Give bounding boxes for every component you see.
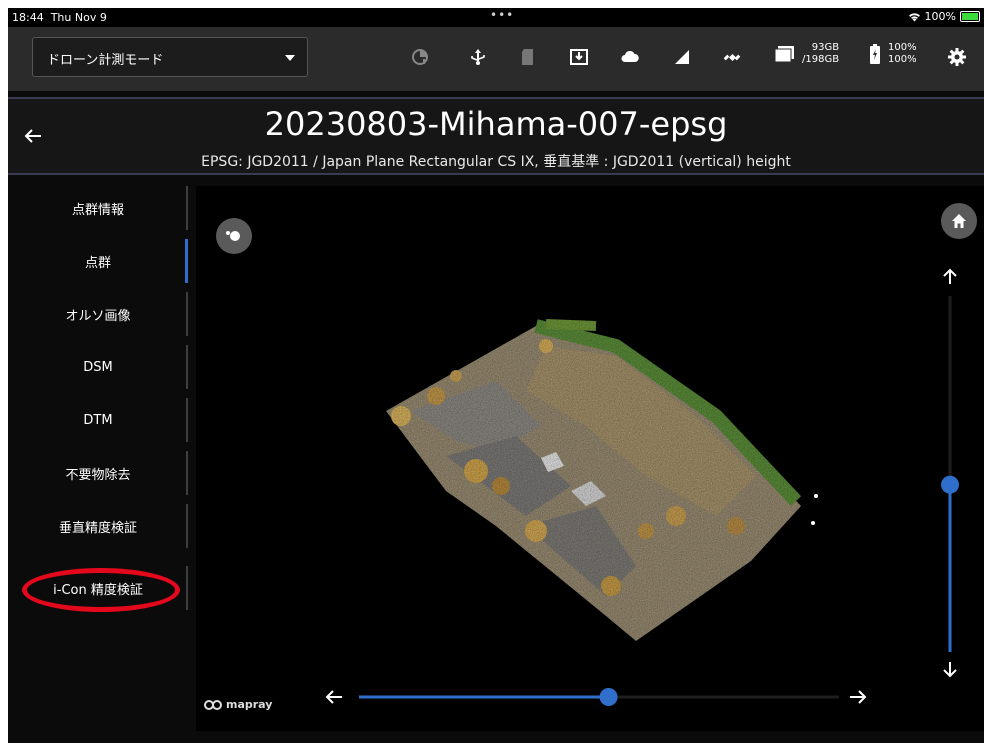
scatter-point bbox=[811, 521, 815, 525]
arrow-left-icon bbox=[325, 690, 342, 704]
sidebar-item-pointcloud-info[interactable]: 点群情報 bbox=[8, 186, 188, 230]
settings-icon[interactable] bbox=[945, 45, 969, 69]
sidebar-item-dsm[interactable]: DSM bbox=[8, 345, 188, 389]
sidebar-item-label: 点群情報 bbox=[71, 202, 124, 218]
sidebar-item-label: 垂直精度検証 bbox=[58, 520, 137, 536]
app-window: 18:44 Thu Nov 9 ••• 100% ドローン計測モード 93GB … bbox=[8, 8, 984, 743]
sidebar-item-vertical-accuracy[interactable]: 垂直精度検証 bbox=[8, 504, 188, 548]
crs-subtitle: EPSG: JGD2011 / Japan Plane Rectangular … bbox=[201, 154, 791, 170]
battery-level-2: 100% bbox=[888, 54, 917, 65]
sidebar-item-label: オルソ画像 bbox=[65, 308, 131, 324]
sidebar-item-label: 点群 bbox=[84, 255, 111, 271]
sidebar-item-dtm[interactable]: DTM bbox=[8, 398, 188, 442]
battery-level-1: 100% bbox=[888, 42, 917, 53]
project-header: 20230803-Mihama-007-epsg EPSG: JGD2011 /… bbox=[8, 97, 984, 175]
multitasking-dots[interactable]: ••• bbox=[490, 8, 514, 22]
battery-charging-icon bbox=[870, 44, 880, 64]
sidebar-item-label: DSM bbox=[83, 359, 113, 375]
satellite-icon[interactable] bbox=[720, 45, 744, 69]
storage-info: 93GB /198GB bbox=[774, 42, 839, 66]
status-right: 100% bbox=[908, 10, 980, 23]
battery-icon bbox=[960, 11, 980, 22]
drone-battery-info: 100% 100% bbox=[870, 42, 917, 66]
horizontal-slider-thumb bbox=[599, 688, 618, 706]
vertical-slider-fill bbox=[948, 484, 952, 652]
mapray-logo-icon bbox=[204, 699, 222, 710]
sidebar: 点群情報 点群 オルソ画像 DSM DTM 不要物除去 垂直精度検証 i-Con… bbox=[8, 186, 188, 743]
battery-percent: 100% bbox=[924, 10, 956, 23]
sidebar-item-label: 不要物除去 bbox=[65, 467, 131, 483]
scatter-point bbox=[814, 494, 818, 498]
sidebar-item-ortho[interactable]: オルソ画像 bbox=[8, 292, 188, 336]
arrow-right-icon bbox=[850, 690, 867, 704]
arrow-up-icon bbox=[943, 268, 957, 284]
storage-free: 93GB bbox=[811, 42, 840, 53]
mode-select-label: ドローン計測モード bbox=[47, 53, 164, 68]
folder-icon bbox=[774, 46, 794, 63]
vertical-slider-thumb bbox=[941, 475, 959, 494]
sidebar-item-noise-removal[interactable]: 不要物除去 bbox=[8, 451, 188, 495]
sidebar-item-label: DTM bbox=[83, 412, 113, 428]
mode-select[interactable]: ドローン計測モード bbox=[32, 37, 308, 77]
storage-total: /198GB bbox=[802, 54, 840, 65]
download-icon[interactable] bbox=[567, 45, 591, 69]
compass-icon bbox=[226, 231, 240, 241]
top-toolbar: ドローン計測モード 93GB /198GB 100% 100% bbox=[8, 27, 984, 91]
sidebar-item-label: i-Con 精度検証 bbox=[53, 582, 143, 598]
arrow-down-icon bbox=[943, 662, 957, 678]
point-cloud-render[interactable] bbox=[196, 186, 984, 731]
horizontal-slider-fill bbox=[359, 695, 609, 699]
vertical-tilt-slider[interactable] bbox=[936, 264, 964, 684]
wifi-icon bbox=[908, 12, 920, 21]
horizontal-rotation-slider[interactable] bbox=[324, 685, 884, 709]
compass-toggle-button[interactable] bbox=[216, 218, 252, 254]
sidebar-item-icon-accuracy[interactable]: i-Con 精度検証 bbox=[8, 566, 188, 610]
cloud-icon[interactable] bbox=[618, 45, 642, 69]
mapray-logo: mapray bbox=[204, 698, 272, 711]
sd-card-icon[interactable] bbox=[516, 45, 540, 69]
home-icon bbox=[952, 214, 966, 228]
mapray-logo-text: mapray bbox=[226, 698, 273, 711]
status-time: 18:44 Thu Nov 9 bbox=[12, 11, 107, 24]
usb-icon[interactable] bbox=[466, 45, 490, 69]
sync-alert-icon[interactable] bbox=[408, 45, 432, 69]
status-bar: 18:44 Thu Nov 9 ••• 100% bbox=[8, 8, 984, 27]
sidebar-item-pointcloud[interactable]: 点群 bbox=[8, 239, 188, 283]
point-cloud-viewer[interactable]: mapray bbox=[196, 186, 984, 731]
home-view-button[interactable] bbox=[941, 203, 977, 239]
chevron-down-icon bbox=[285, 55, 295, 61]
page-title: 20230803-Mihama-007-epsg bbox=[264, 105, 728, 143]
signal-icon[interactable] bbox=[670, 45, 694, 69]
